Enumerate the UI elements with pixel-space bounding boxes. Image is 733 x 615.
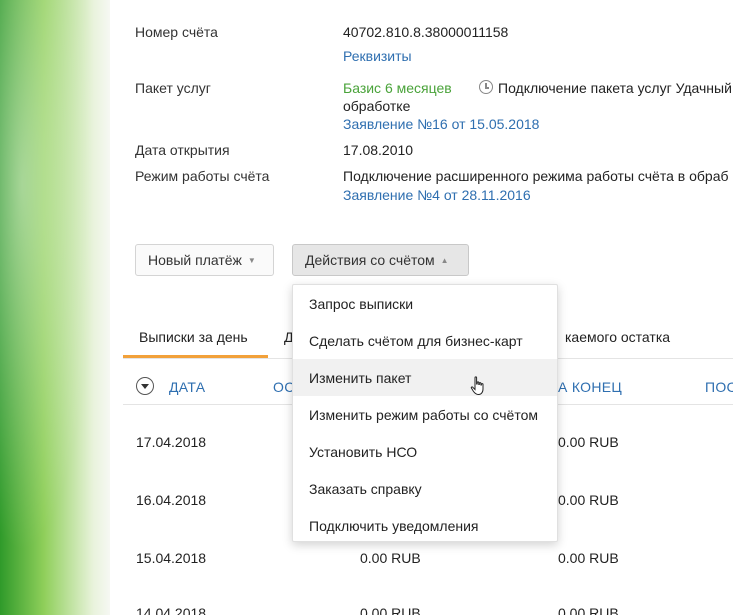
open-date-value: 17.08.2010 [343, 142, 414, 158]
background-decoration [0, 0, 110, 615]
package-status-text-cont: обработке [343, 98, 411, 114]
column-header-last[interactable]: ПОС [705, 379, 733, 395]
requisites-link[interactable]: Реквизиты [343, 48, 412, 64]
account-actions-button[interactable]: Действия со счётом ▲ [292, 244, 469, 276]
hand-cursor-icon [470, 376, 484, 396]
caret-up-icon: ▲ [440, 255, 449, 265]
package-value[interactable]: Базис 6 месяцев [343, 80, 452, 96]
caret-down-icon: ▼ [247, 255, 256, 265]
table-row-end: 0.00 RUB [558, 434, 619, 450]
column-header-end[interactable]: А КОНЕЦ [558, 379, 622, 395]
package-label: Пакет услуг [135, 80, 211, 96]
account-number-label: Номер счёта [135, 24, 218, 40]
account-number-value: 40702.810.8.38000011158 [343, 24, 509, 40]
table-row-date[interactable]: 16.04.2018 [136, 492, 206, 508]
menu-item-set-nso[interactable]: Установить НСО [293, 433, 557, 470]
menu-item-change-mode[interactable]: Изменить режим работы со счётом [293, 396, 557, 433]
table-row-date[interactable]: 15.04.2018 [136, 550, 206, 566]
package-statement-link[interactable]: Заявление №16 от 15.05.2018 [343, 116, 539, 132]
menu-item-statement-request[interactable]: Запрос выписки [293, 285, 557, 322]
sort-toggle-icon[interactable] [136, 377, 154, 395]
new-payment-button[interactable]: Новый платёж ▼ [135, 244, 274, 276]
menu-item-business-cards[interactable]: Сделать счётом для бизнес-карт [293, 322, 557, 359]
tab-statements[interactable]: Выписки за день [139, 329, 248, 345]
new-payment-label: Новый платёж [148, 252, 242, 268]
package-status-text: Подключение пакета услуг Удачный [498, 80, 732, 96]
table-row-mid: 0.00 RUB [360, 605, 421, 615]
menu-item-change-package[interactable]: Изменить пакет [293, 359, 557, 396]
open-date-label: Дата открытия [135, 142, 230, 158]
mode-statement-link[interactable]: Заявление №4 от 28.11.2016 [343, 187, 531, 203]
active-tab-indicator [123, 355, 268, 358]
menu-item-order-certificate[interactable]: Заказать справку [293, 470, 557, 507]
table-row-end: 0.00 RUB [558, 550, 619, 566]
table-row-date[interactable]: 17.04.2018 [136, 434, 206, 450]
table-row-mid: 0.00 RUB [360, 550, 421, 566]
tab-remainder[interactable]: каемого остатка [565, 329, 670, 345]
menu-item-notifications[interactable]: Подключить уведомления [293, 507, 557, 544]
account-actions-menu: Запрос выписки Сделать счётом для бизнес… [292, 284, 558, 542]
mode-value: Подключение расширенного режима работы с… [343, 168, 729, 184]
account-actions-label: Действия со счётом [305, 252, 435, 268]
column-header-date[interactable]: ДАТА [169, 379, 205, 395]
table-row-date[interactable]: 14.04.2018 [136, 605, 206, 615]
mode-label: Режим работы счёта [135, 168, 270, 184]
clock-icon [479, 80, 493, 94]
table-row-end: 0.00 RUB [558, 492, 619, 508]
table-row-end: 0.00 RUB [558, 605, 619, 615]
